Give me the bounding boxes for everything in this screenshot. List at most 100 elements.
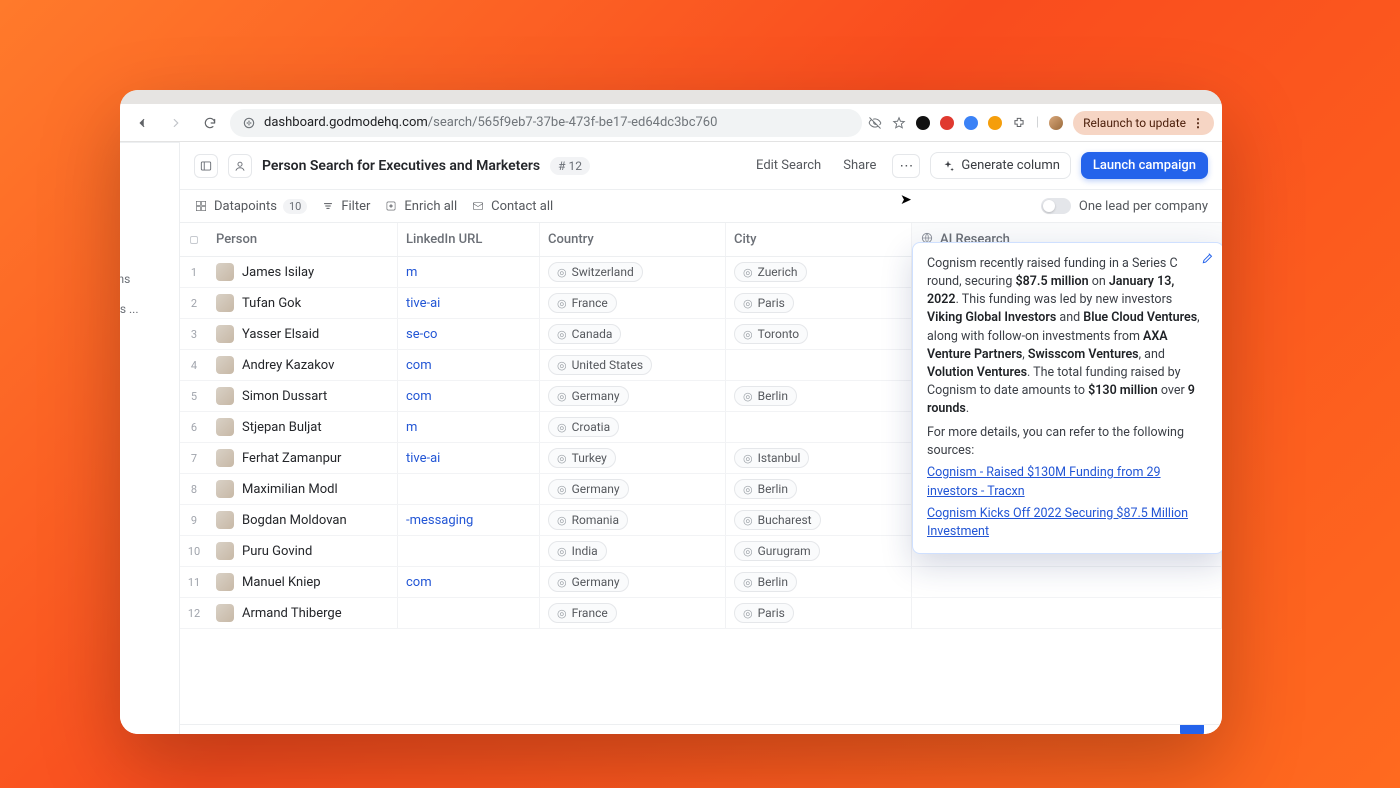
forward-button[interactable] bbox=[162, 109, 190, 137]
extensions-icon[interactable] bbox=[1012, 116, 1026, 130]
star-icon[interactable] bbox=[892, 116, 906, 130]
linkedin-cell[interactable] bbox=[398, 598, 540, 628]
pin-icon: ◎ bbox=[743, 607, 753, 620]
generate-column-button[interactable]: Generate column bbox=[930, 152, 1071, 179]
collapse-sidebar-button[interactable] bbox=[194, 154, 218, 178]
relaunch-button[interactable]: Relaunch to update ⋮ bbox=[1073, 111, 1214, 135]
linkedin-cell[interactable] bbox=[398, 474, 540, 504]
reload-button[interactable] bbox=[196, 109, 224, 137]
table-row[interactable]: 11Manuel Kniepcom◎Germany◎Berlin bbox=[180, 567, 1222, 598]
edit-icon[interactable] bbox=[1201, 251, 1215, 272]
person-cell[interactable]: Manuel Kniep bbox=[208, 567, 398, 597]
pin-icon: ◎ bbox=[743, 514, 753, 527]
linkedin-cell[interactable]: m bbox=[398, 257, 540, 287]
linkedin-cell[interactable]: -messaging bbox=[398, 505, 540, 535]
extension-icon[interactable] bbox=[940, 116, 954, 130]
select-all-checkbox[interactable] bbox=[180, 223, 208, 256]
arrow-left-icon bbox=[135, 116, 149, 130]
linkedin-cell[interactable]: m bbox=[398, 412, 540, 442]
person-name: Stjepan Buljat bbox=[242, 420, 322, 435]
one-lead-toggle[interactable]: One lead per company bbox=[1041, 198, 1208, 214]
toggle-switch[interactable] bbox=[1041, 198, 1071, 214]
address-bar[interactable]: dashboard.godmodehq.com/search/565f9eb7-… bbox=[230, 109, 862, 137]
city-cell: ◎Zuerich bbox=[726, 257, 912, 287]
person-cell[interactable]: Yasser Elsaid bbox=[208, 319, 398, 349]
extension-icon[interactable] bbox=[988, 116, 1002, 130]
country-cell: ◎India bbox=[540, 536, 726, 566]
linkedin-cell[interactable]: se-co bbox=[398, 319, 540, 349]
row-index: 3 bbox=[180, 319, 208, 349]
person-cell[interactable]: Stjepan Buljat bbox=[208, 412, 398, 442]
relaunch-label: Relaunch to update bbox=[1083, 116, 1186, 130]
linkedin-cell[interactable]: tive-ai bbox=[398, 443, 540, 473]
pin-icon: ◎ bbox=[557, 545, 567, 558]
country-cell: ◎United States bbox=[540, 350, 726, 380]
pin-icon: ◎ bbox=[743, 297, 753, 310]
person-cell[interactable]: James Isilay bbox=[208, 257, 398, 287]
more-menu-button[interactable]: ⋯ bbox=[892, 154, 920, 178]
country-cell: ◎Germany bbox=[540, 474, 726, 504]
enrich-all-button[interactable]: Enrich all bbox=[384, 199, 457, 214]
profile-avatar[interactable] bbox=[1049, 116, 1063, 130]
grid-icon bbox=[194, 199, 208, 213]
person-cell[interactable]: Armand Thiberge bbox=[208, 598, 398, 628]
person-name: Tufan Gok bbox=[242, 296, 301, 311]
country-cell: ◎France bbox=[540, 598, 726, 628]
pin-icon: ◎ bbox=[557, 328, 567, 341]
linkedin-cell[interactable]: com bbox=[398, 381, 540, 411]
ai-research-cell[interactable] bbox=[912, 567, 1222, 597]
person-cell[interactable]: Maximilian Modl bbox=[208, 474, 398, 504]
eye-off-icon[interactable] bbox=[868, 116, 882, 130]
sidebar-item-campaigns[interactable]: npaigns bbox=[120, 272, 130, 286]
sidebar-item-executives[interactable]: cutives ... bbox=[120, 302, 139, 316]
launch-campaign-button[interactable]: Launch campaign bbox=[1081, 152, 1208, 179]
row-index: 10 bbox=[180, 536, 208, 566]
person-cell[interactable]: Tufan Gok bbox=[208, 288, 398, 318]
person-cell[interactable]: Andrey Kazakov bbox=[208, 350, 398, 380]
city-cell: ◎Istanbul bbox=[726, 443, 912, 473]
ai-research-cell[interactable] bbox=[912, 598, 1222, 628]
person-cell[interactable]: Bogdan Moldovan bbox=[208, 505, 398, 535]
extension-icon[interactable] bbox=[964, 116, 978, 130]
back-button[interactable] bbox=[128, 109, 156, 137]
col-person[interactable]: Person bbox=[208, 223, 398, 256]
col-city[interactable]: City bbox=[726, 223, 912, 256]
pin-icon: ◎ bbox=[557, 576, 567, 589]
ai-research-popover: Cognism recently raised funding in a Ser… bbox=[912, 242, 1222, 554]
pin-icon: ◎ bbox=[557, 359, 567, 372]
country-cell: ◎Croatia bbox=[540, 412, 726, 442]
person-cell[interactable]: Simon Dussart bbox=[208, 381, 398, 411]
filter-button[interactable]: Filter bbox=[321, 199, 370, 214]
sparkle-icon bbox=[941, 159, 955, 173]
city-cell: ◎Berlin bbox=[726, 567, 912, 597]
url-path: /search/565f9eb7-37be-473f-be17-ed64dc3b… bbox=[428, 115, 718, 130]
datapoints-button[interactable]: Datapoints 10 bbox=[194, 199, 307, 214]
person-icon bbox=[233, 159, 247, 173]
city-cell: ◎Paris bbox=[726, 598, 912, 628]
country-cell: ◎Romania bbox=[540, 505, 726, 535]
footer-action-button[interactable] bbox=[1180, 724, 1204, 734]
col-country[interactable]: Country bbox=[540, 223, 726, 256]
mouse-cursor: ➤ bbox=[900, 192, 912, 208]
extension-icon[interactable] bbox=[916, 116, 930, 130]
filter-icon bbox=[321, 199, 335, 213]
linkedin-cell[interactable]: com bbox=[398, 350, 540, 380]
row-index: 6 bbox=[180, 412, 208, 442]
table-row[interactable]: 12Armand Thiberge◎France◎Paris bbox=[180, 598, 1222, 629]
linkedin-cell[interactable]: tive-ai bbox=[398, 288, 540, 318]
table-footer bbox=[180, 724, 1222, 734]
source-link-1[interactable]: Cognism - Raised $130M Funding from 29 i… bbox=[927, 464, 1209, 500]
linkedin-cell[interactable] bbox=[398, 536, 540, 566]
source-link-2[interactable]: Cognism Kicks Off 2022 Securing $87.5 Mi… bbox=[927, 505, 1209, 541]
pin-icon: ◎ bbox=[743, 483, 753, 496]
linkedin-cell[interactable]: com bbox=[398, 567, 540, 597]
country-cell: ◎Germany bbox=[540, 567, 726, 597]
edit-search-button[interactable]: Edit Search bbox=[750, 154, 827, 177]
person-cell[interactable]: Ferhat Zamanpur bbox=[208, 443, 398, 473]
pin-icon: ◎ bbox=[743, 452, 753, 465]
pin-icon: ◎ bbox=[743, 328, 753, 341]
share-button[interactable]: Share bbox=[837, 154, 882, 177]
person-cell[interactable]: Puru Govind bbox=[208, 536, 398, 566]
contact-all-button[interactable]: Contact all bbox=[471, 199, 553, 214]
col-linkedin[interactable]: LinkedIn URL bbox=[398, 223, 540, 256]
